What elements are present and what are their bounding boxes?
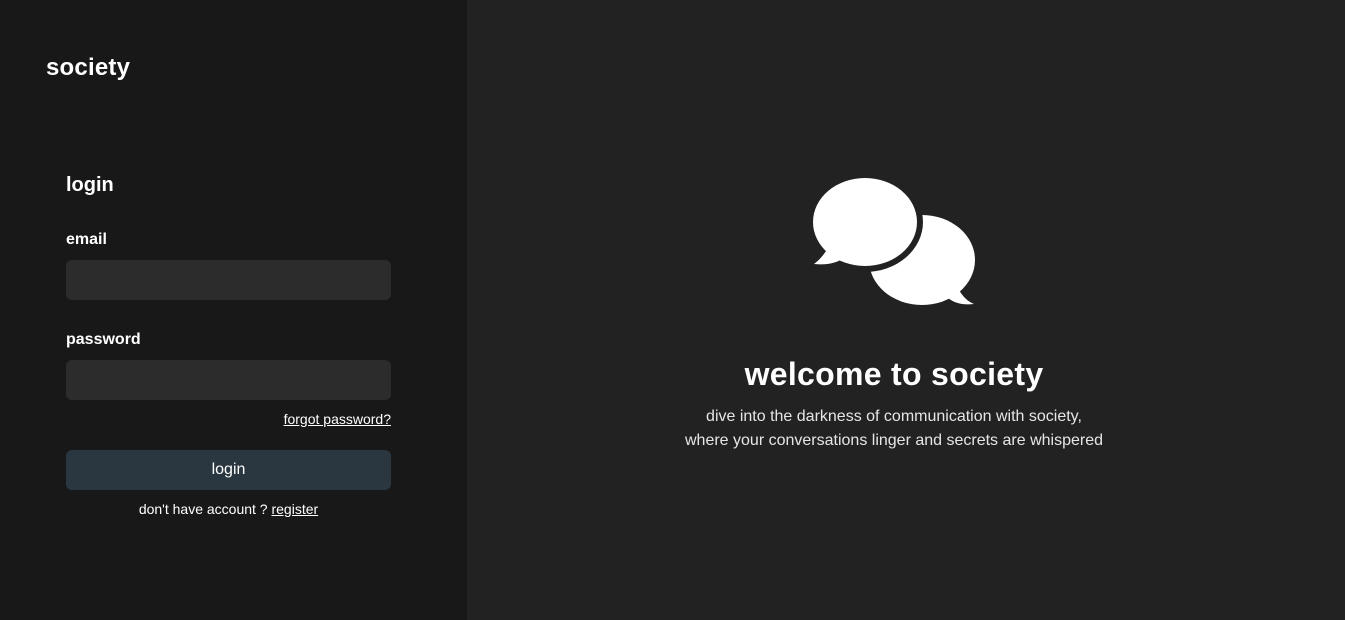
login-form: login email password forgot password? lo… bbox=[66, 172, 391, 518]
brand-logo[interactable]: society bbox=[46, 54, 130, 82]
login-page: society login email password forgot pass… bbox=[0, 0, 1345, 620]
forgot-password-row: forgot password? bbox=[66, 410, 391, 429]
welcome-subtitle: dive into the darkness of communication … bbox=[455, 405, 1333, 453]
form-title: login bbox=[66, 174, 114, 196]
chat-bubble-front bbox=[813, 178, 917, 266]
email-field[interactable] bbox=[66, 260, 391, 300]
welcome-subtitle-line-2: where your conversations linger and secr… bbox=[685, 432, 1103, 449]
password-field[interactable] bbox=[66, 360, 391, 400]
welcome-hero: welcome to society dive into the darknes… bbox=[455, 176, 1333, 453]
register-prompt: don't have account ? bbox=[138, 501, 268, 517]
email-label: email bbox=[66, 231, 107, 248]
chat-bubbles-icon bbox=[812, 176, 975, 305]
forgot-password-link[interactable]: forgot password? bbox=[284, 411, 391, 427]
welcome-subtitle-line-1: dive into the darkness of communication … bbox=[706, 408, 1082, 425]
register-row: don't have account ? register bbox=[66, 500, 391, 518]
login-button[interactable]: login bbox=[66, 450, 391, 490]
welcome-title: welcome to society bbox=[744, 356, 1044, 392]
welcome-panel: welcome to society dive into the darknes… bbox=[467, 0, 1345, 620]
register-link[interactable]: register bbox=[271, 501, 318, 517]
login-panel: society login email password forgot pass… bbox=[0, 0, 467, 620]
password-label: password bbox=[66, 331, 141, 348]
